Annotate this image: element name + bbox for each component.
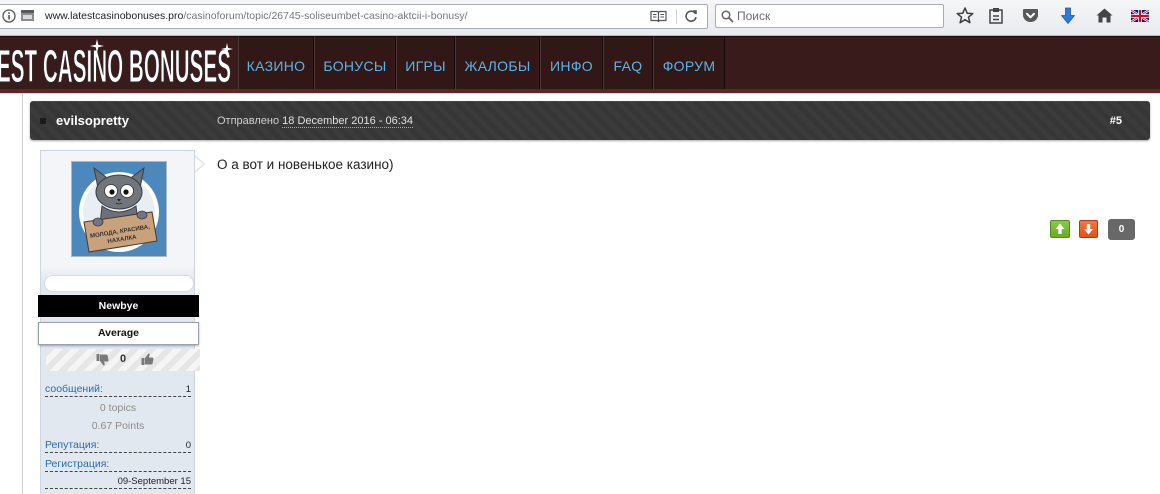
author-card: МОЛОДА, КРАСИВА, НАХАЛКА Newbye Average …	[38, 150, 200, 494]
logo-text: EST CASINO BONUSES	[0, 40, 231, 89]
url-path: /casinoforum/topic/26745-soliseumbet-cas…	[183, 10, 468, 22]
nav-item-forum[interactable]: ФОРУМ	[653, 36, 725, 89]
nav-item-bonuses[interactable]: БОНУСЫ	[314, 36, 396, 89]
post-author-name[interactable]: evilsopretty	[56, 113, 129, 128]
url-text[interactable]: www.latestcasinobonuses.pro/casinoforum/…	[45, 9, 468, 23]
joined-value: 09-September 15	[45, 474, 191, 489]
arrow-down-icon	[1084, 224, 1093, 235]
nav-item-casino[interactable]: КАЗИНО	[238, 36, 314, 89]
member-rank: Newbye	[38, 295, 199, 317]
points-stat: 0.67 Points	[91, 420, 145, 432]
forum-post-area: evilsopretty Отправлено 18 December 2016…	[0, 93, 1160, 494]
site-header: EST CASINO BONUSES КАЗИНО БОНУСЫ ИГРЫ ЖА…	[0, 36, 1160, 93]
joined-label-row: Регистрация:	[45, 457, 191, 472]
site-info-icon[interactable]	[2, 9, 16, 23]
vote-down-button[interactable]	[1079, 220, 1098, 238]
url-bar-divider	[676, 9, 677, 24]
thumbs-up-icon[interactable]	[141, 353, 154, 366]
url-host: www.latestcasinobonuses.pro	[45, 10, 184, 22]
page-frame-line	[22, 93, 23, 494]
reputation-label: Репутация:	[45, 439, 100, 451]
reload-icon[interactable]	[684, 9, 698, 23]
thumbs-down-icon[interactable]	[96, 353, 109, 366]
nav-item-games[interactable]: ИГРЫ	[396, 36, 455, 89]
reader-view-icon[interactable]	[650, 10, 667, 23]
search-input[interactable]	[737, 7, 937, 25]
main-nav: КАЗИНО БОНУСЫ ИГРЫ ЖАЛОБЫ ИНФО FAQ ФОРУМ	[238, 36, 725, 89]
online-status-icon	[40, 118, 46, 124]
joined-label: Регистрация:	[45, 458, 110, 470]
posts-label: сообщений:	[45, 383, 103, 395]
reading-list-icon[interactable]	[988, 7, 1004, 24]
post-date[interactable]: 18 December 2016 - 06:34	[282, 115, 414, 128]
reputation-value: 0	[185, 440, 191, 451]
header-divider	[0, 93, 1160, 94]
reputation-bar: 0	[46, 349, 200, 371]
posts-value: 1	[185, 384, 191, 395]
pocket-icon[interactable]	[1022, 8, 1039, 23]
download-icon[interactable]	[1060, 7, 1076, 25]
reputation-stat: Репутация: 0	[45, 438, 191, 453]
uk-flag-icon[interactable]	[1130, 9, 1150, 23]
post-body: О а вот и новенькое казино)	[217, 157, 394, 172]
reputation-count: 0	[120, 353, 127, 365]
avatar-image: МОЛОДА, КРАСИВА, НАХАЛКА	[72, 162, 166, 256]
avatar[interactable]: МОЛОДА, КРАСИВА, НАХАЛКА	[71, 161, 167, 257]
home-icon[interactable]	[1096, 8, 1113, 23]
search-icon	[721, 10, 734, 23]
nav-item-complaints[interactable]: ЖАЛОБЫ	[455, 36, 540, 89]
posted-label: Отправлено	[217, 115, 280, 127]
post-meta: Отправлено 18 December 2016 - 06:34	[217, 115, 414, 128]
vote-count: 0	[1108, 219, 1135, 240]
arrow-up-icon	[1055, 223, 1065, 234]
site-logo[interactable]: EST CASINO BONUSES	[0, 36, 238, 89]
vote-up-button[interactable]	[1050, 220, 1070, 238]
nav-item-faq[interactable]: FAQ	[603, 36, 653, 89]
post-pointer-inner	[195, 157, 203, 171]
topics-stat: 0 topics	[99, 402, 137, 414]
nav-item-info[interactable]: ИНФО	[540, 36, 603, 89]
bookmark-star-icon[interactable]	[956, 7, 974, 24]
page-icon[interactable]	[20, 9, 35, 22]
post-number[interactable]: #5	[1110, 115, 1122, 128]
member-level: Average	[38, 322, 199, 345]
posts-stat: сообщений: 1	[45, 382, 191, 397]
user-title-bar	[44, 275, 194, 292]
browser-toolbar: www.latestcasinobonuses.pro/casinoforum/…	[0, 0, 1160, 36]
post-header: evilsopretty Отправлено 18 December 2016…	[30, 101, 1150, 140]
